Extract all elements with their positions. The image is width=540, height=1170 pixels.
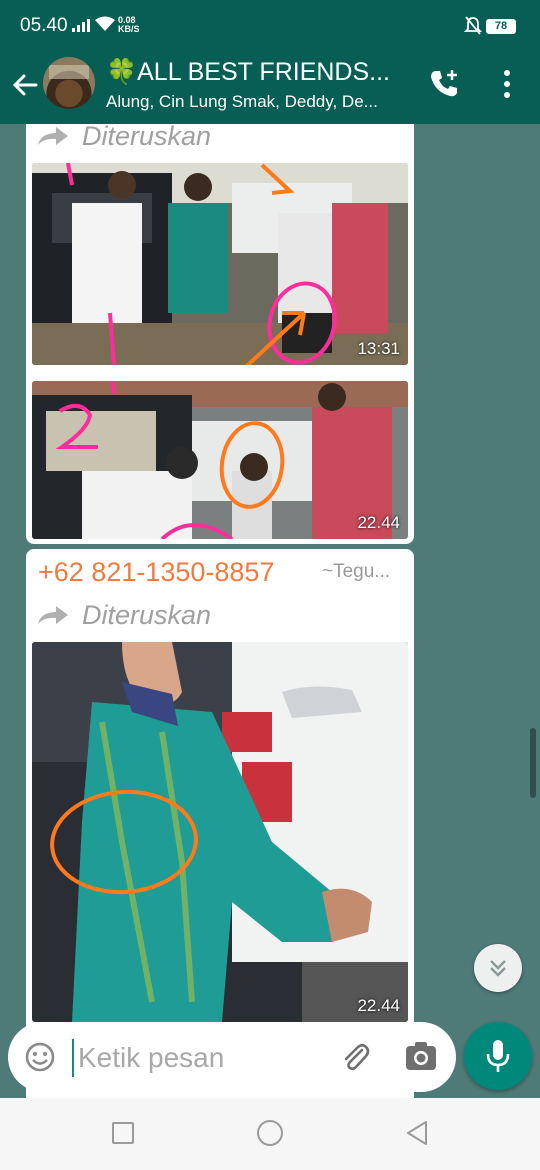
mic-button[interactable]	[464, 1022, 532, 1090]
battery-icon: 78	[486, 19, 516, 34]
annotation-overlay	[55, 381, 285, 539]
mic-icon	[486, 1040, 510, 1072]
sender-phone[interactable]: +62 821-1350-8857	[38, 557, 274, 588]
group-title[interactable]: 🍀ALL BEST FRIENDS...	[106, 58, 406, 87]
forwarded-row: Diteruskan	[36, 600, 211, 630]
scrollbar-thumb[interactable]	[530, 728, 536, 798]
net-speed: 0.08 KB/S	[118, 15, 140, 34]
chat-header: 🍀ALL BEST FRIENDS... Alung, Cin Lung Sma…	[0, 46, 540, 124]
attach-icon[interactable]	[338, 1040, 372, 1074]
forward-icon	[38, 606, 68, 624]
image-thumbnail[interactable]: 13:31	[32, 163, 408, 365]
message-input[interactable]	[78, 1039, 318, 1077]
nav-back-icon[interactable]	[404, 1120, 430, 1146]
text-caret	[72, 1039, 74, 1077]
status-bar: 05.40 0.08 KB/S 78	[0, 0, 540, 46]
recents-button[interactable]	[112, 1122, 134, 1144]
bell-off-icon	[464, 16, 482, 35]
system-nav-bar	[0, 1098, 540, 1170]
group-members[interactable]: Alung, Cin Lung Smak, Deddy, De...	[106, 92, 406, 112]
chat-area[interactable]: Diteruskan 13:31 22.44 +62 821-1350-8857…	[0, 124, 540, 1098]
message-bubble[interactable]: +62 821-1350-8857 ~Tegu... Diteruskan 22…	[26, 549, 414, 1098]
signal-icon	[72, 18, 90, 32]
scroll-down-icon	[490, 960, 506, 977]
wifi-icon	[95, 16, 115, 31]
forward-icon	[38, 127, 68, 145]
camera-icon[interactable]	[404, 1040, 438, 1074]
annotation-overlay	[50, 789, 198, 895]
scroll-down-button[interactable]	[474, 944, 522, 992]
sender-name: ~Tegu...	[322, 561, 391, 582]
image-thumbnail[interactable]: 22.44	[32, 381, 408, 539]
image-thumbnail[interactable]: 22.44	[32, 642, 408, 1022]
back-arrow-icon[interactable]	[10, 70, 40, 100]
annotation-overlay	[66, 163, 337, 365]
composer-bar	[8, 1022, 456, 1092]
status-time: 05.40	[20, 15, 68, 36]
group-avatar[interactable]	[43, 57, 95, 109]
message-bubble[interactable]: Diteruskan 13:31 22.44	[26, 124, 414, 544]
add-call-icon[interactable]	[428, 68, 460, 100]
home-button[interactable]	[257, 1120, 283, 1146]
more-vert-icon[interactable]	[498, 68, 516, 100]
forwarded-row: Diteruskan	[36, 124, 211, 151]
emoji-icon[interactable]	[24, 1041, 56, 1073]
